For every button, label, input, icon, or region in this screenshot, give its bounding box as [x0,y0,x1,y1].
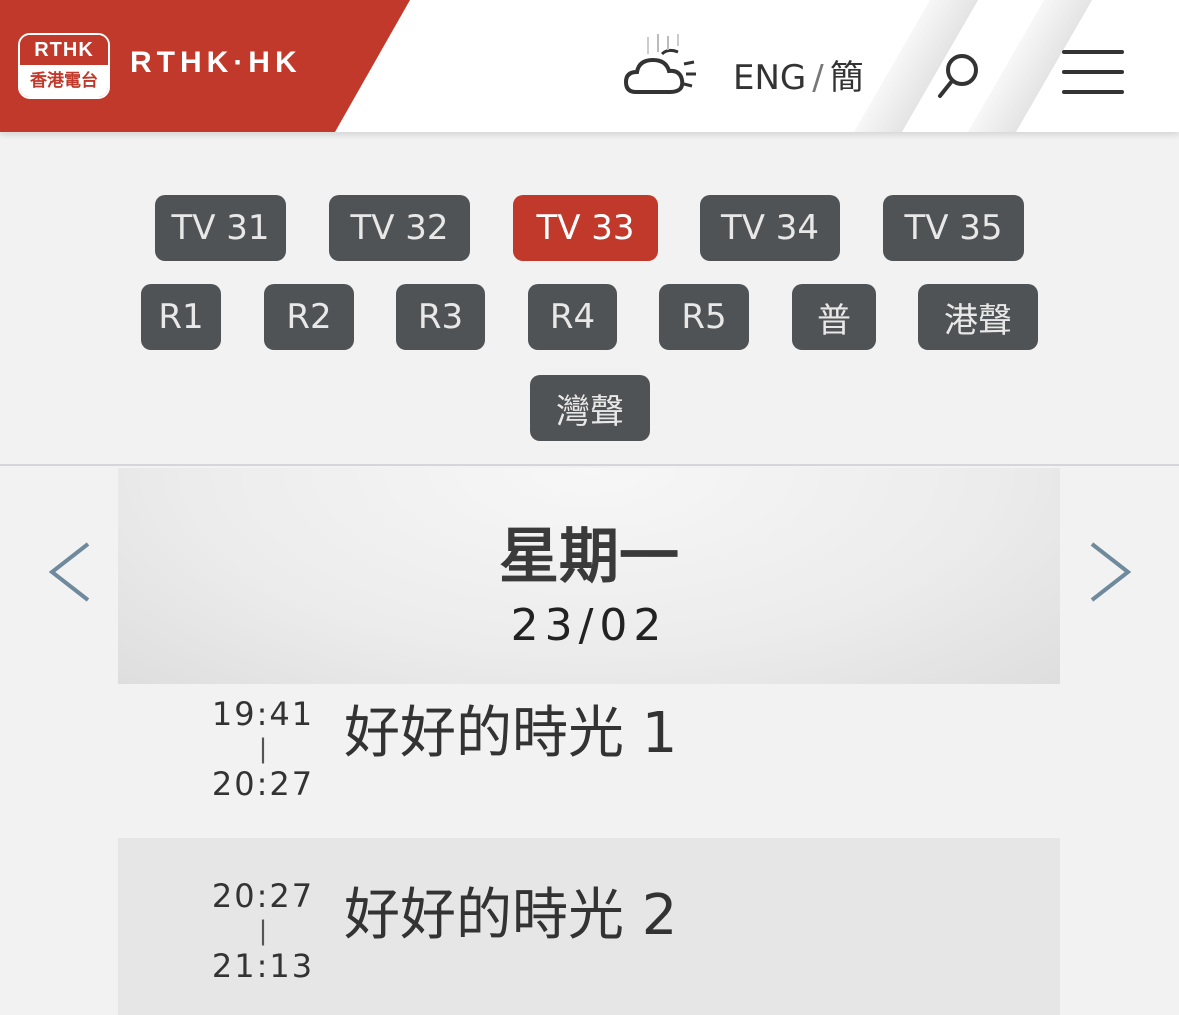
programme-title[interactable]: 好好的時光 1 [344,688,677,769]
menu-line [1062,90,1124,94]
lang-simplified-link[interactable]: 簡 [830,58,864,98]
date-header: 星期一 23/02 [118,468,1060,684]
date-label: 23/02 [510,600,668,651]
language-switch: ENG / 簡 [733,50,864,99]
programme-time: 19:41 | 20:27 [198,696,328,802]
channel-tv31[interactable]: TV 31 [155,195,286,261]
channel-gangsheng[interactable]: 港聲 [918,284,1038,350]
chevron-right-icon[interactable] [1086,540,1134,604]
channel-putonghua[interactable]: 普 [792,284,876,350]
brand-name[interactable]: RTHK·HK [130,46,302,80]
programme-title[interactable]: 好好的時光 2 [344,870,677,951]
programme-row[interactable]: 20:27 | 21:13 好好的時光 2 [118,838,1060,1015]
channel-tv33-active[interactable]: TV 33 [513,195,658,261]
channel-tv32[interactable]: TV 32 [329,195,470,261]
cloud-rain-icon[interactable] [622,34,702,100]
channel-r5[interactable]: R5 [659,284,749,350]
time-separator: | [258,734,268,764]
channel-r2[interactable]: R2 [264,284,354,350]
weekday-label: 星期一 [499,522,679,592]
end-time: 20:27 [211,765,315,803]
menu-line [1062,70,1124,74]
logo-text-chinese: 香港電台 [20,65,108,97]
channel-tv34[interactable]: TV 34 [700,195,840,261]
menu-line [1062,50,1124,54]
hamburger-menu-icon[interactable] [1062,50,1124,98]
chevron-left-icon[interactable] [46,540,94,604]
channel-r4[interactable]: R4 [528,284,617,350]
programme-time: 20:27 | 21:13 [198,878,328,984]
channel-r3[interactable]: R3 [396,284,485,350]
lang-eng-link[interactable]: ENG [733,58,806,98]
programme-row[interactable]: 19:41 | 20:27 好好的時光 1 [118,684,1060,836]
start-time: 19:41 [211,695,315,733]
time-separator: | [258,916,268,946]
channel-r1[interactable]: R1 [141,284,221,350]
lang-separator: / [812,58,824,98]
end-time: 21:13 [211,947,315,985]
search-icon[interactable] [932,50,984,102]
brand-area[interactable]: RTHK 香港電台 RTHK·HK [0,0,410,132]
logo-text-rthk: RTHK [20,35,108,65]
start-time: 20:27 [211,877,315,915]
channel-selector: TV 31 TV 32 TV 33 TV 34 TV 35 R1 R2 R3 R… [0,132,1179,466]
rthk-logo[interactable]: RTHK 香港電台 [18,33,110,99]
site-header: RTHK 香港電台 RTHK·HK ENG / 簡 [0,0,1179,132]
channel-wansheng[interactable]: 灣聲 [530,375,650,441]
channel-tv35[interactable]: TV 35 [883,195,1024,261]
